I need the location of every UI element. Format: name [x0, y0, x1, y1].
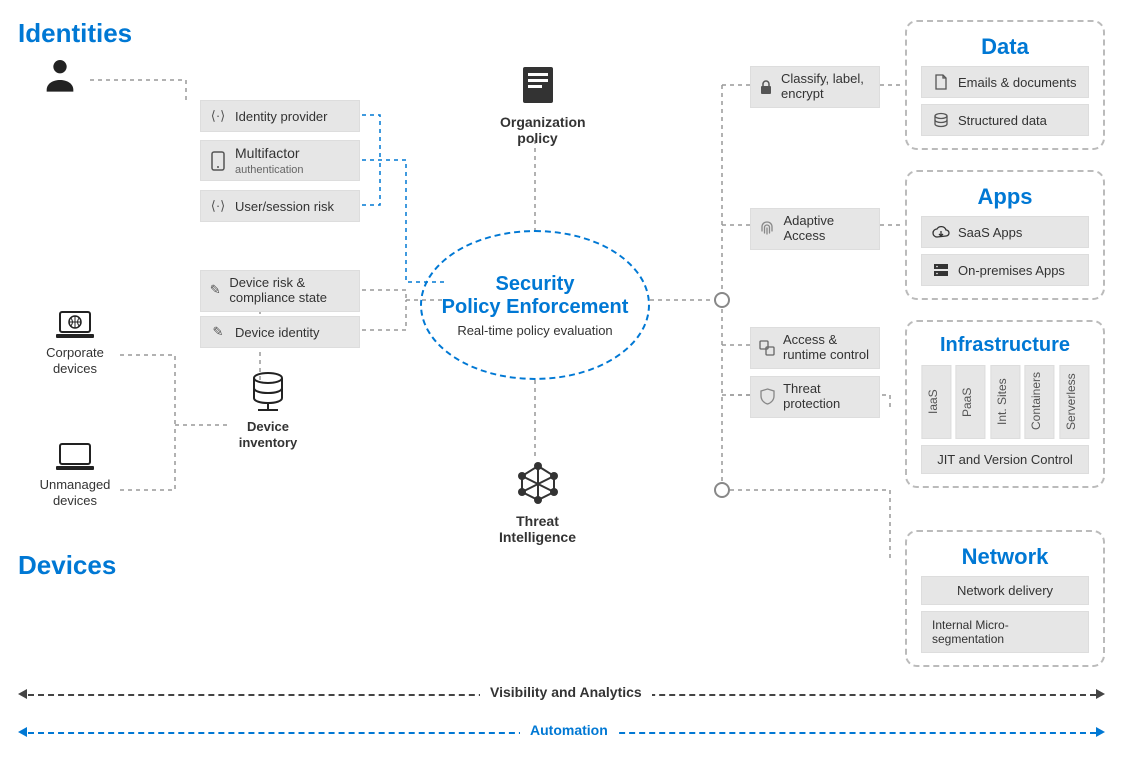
database-icon [932, 111, 950, 129]
access-runtime-pill: Access & runtime control [750, 327, 880, 369]
label: Corporate devices [30, 345, 120, 376]
infra-serverless: Serverless [1059, 365, 1089, 439]
data-panel: Data Emails & documents Structured data [905, 20, 1105, 150]
item-label: Internal Micro-segmentation [932, 618, 1078, 646]
jit-version-control: JIT and Version Control [921, 445, 1089, 474]
laptop-icon [54, 442, 96, 472]
arrow-left-icon [18, 727, 27, 737]
pill-label: Device risk & compliance state [229, 276, 351, 306]
pill-label: Adaptive Access [784, 214, 871, 244]
infra-columns: IaaS PaaS Int. Sites Containers Serverle… [921, 365, 1089, 439]
pill-label: Device identity [235, 325, 320, 340]
infra-paas: PaaS [955, 365, 985, 439]
automation-label: Automation [520, 722, 618, 738]
device-inventory: Device inventory [228, 370, 308, 450]
infra-intsites: Int. Sites [990, 365, 1020, 439]
network-panel: Network Network delivery Internal Micro-… [905, 530, 1105, 667]
apps-panel: Apps SaaS Apps On-premises Apps [905, 170, 1105, 300]
pill-label: Access & runtime control [783, 333, 871, 363]
pill-label: Classify, label, encrypt [781, 72, 871, 102]
zero-trust-diagram: Identities ⟨·⟩ Identity provider Multifa… [0, 0, 1124, 771]
code-icon: ⟨·⟩ [209, 197, 227, 215]
pencil-icon: ✎ [209, 323, 227, 341]
threat-protection-pill: Threat protection [750, 376, 880, 418]
device-identity-pill: ✎ Device identity [200, 316, 360, 348]
mfa-pill: Multifactor authentication [200, 140, 360, 181]
server-icon [932, 261, 950, 279]
label: Organization policy [500, 114, 575, 146]
structured-data-item: Structured data [921, 104, 1089, 136]
infrastructure-panel: Infrastructure IaaS PaaS Int. Sites Cont… [905, 320, 1105, 488]
pill-label: Identity provider [235, 109, 328, 124]
shield-icon [759, 388, 775, 406]
emails-documents-item: Emails & documents [921, 66, 1089, 98]
pencil-icon: ✎ [209, 282, 221, 300]
pill-label: Threat protection [783, 382, 871, 412]
file-icon [932, 73, 950, 91]
user-session-risk-pill: ⟨·⟩ User/session risk [200, 190, 360, 222]
org-policy: Organization policy [500, 65, 575, 146]
center-title-1: Security [496, 273, 575, 296]
panel-title: Infrastructure [921, 334, 1089, 357]
panel-title: Data [921, 34, 1089, 60]
microseg-item: Internal Micro-segmentation [921, 611, 1089, 653]
adaptive-access-pill: Adaptive Access [750, 208, 880, 250]
threat-intelligence: Threat Intelligence [495, 460, 580, 545]
mfa-sub: authentication [235, 164, 304, 176]
unmanaged-devices: Unmanaged devices [20, 442, 130, 508]
saas-apps-item: SaaS Apps [921, 216, 1089, 248]
label: Unmanaged devices [20, 477, 130, 508]
laptop-globe-icon [54, 310, 96, 340]
classify-pill: Classify, label, encrypt [750, 66, 880, 108]
onprem-apps-item: On-premises Apps [921, 254, 1089, 286]
cloud-icon [932, 223, 950, 241]
lock-icon [759, 78, 773, 96]
item-label: Network delivery [957, 583, 1053, 598]
graph-icon [516, 460, 560, 504]
identity-provider-pill: ⟨·⟩ Identity provider [200, 100, 360, 132]
item-label: SaaS Apps [958, 225, 1022, 240]
label: Device inventory [228, 419, 308, 450]
arrow-right-icon [1096, 689, 1105, 699]
panel-title: Apps [921, 184, 1089, 210]
infra-iaas: IaaS [921, 365, 951, 439]
corporate-devices: Corporate devices [30, 310, 120, 376]
code-icon: ⟨·⟩ [209, 107, 227, 125]
mfa-title: Multifactor [235, 145, 300, 161]
arrow-right-icon [1096, 727, 1105, 737]
fingerprint-icon [759, 220, 776, 238]
document-icon [521, 65, 555, 105]
center-sub: Real-time policy evaluation [457, 323, 612, 338]
center-title-2: Policy Enforcement [442, 296, 629, 319]
user-icon [40, 55, 80, 100]
item-label: On-premises Apps [958, 263, 1065, 278]
devices-heading: Devices [18, 550, 116, 581]
arrow-left-icon [18, 689, 27, 699]
network-delivery-item: Network delivery [921, 576, 1089, 605]
item-label: Emails & documents [958, 75, 1077, 90]
item-label: Structured data [958, 113, 1047, 128]
database-icon [248, 370, 288, 414]
item-label: JIT and Version Control [937, 452, 1073, 467]
identities-heading: Identities [18, 18, 132, 49]
security-policy-enforcement: Security Policy Enforcement Real-time po… [420, 230, 650, 380]
panel-title: Network [921, 544, 1089, 570]
visibility-label: Visibility and Analytics [480, 684, 652, 700]
pill-label: User/session risk [235, 199, 334, 214]
control-icon [759, 339, 775, 357]
phone-icon [209, 152, 227, 170]
infra-containers: Containers [1024, 365, 1054, 439]
label: Threat Intelligence [495, 513, 580, 545]
device-risk-pill: ✎ Device risk & compliance state [200, 270, 360, 312]
